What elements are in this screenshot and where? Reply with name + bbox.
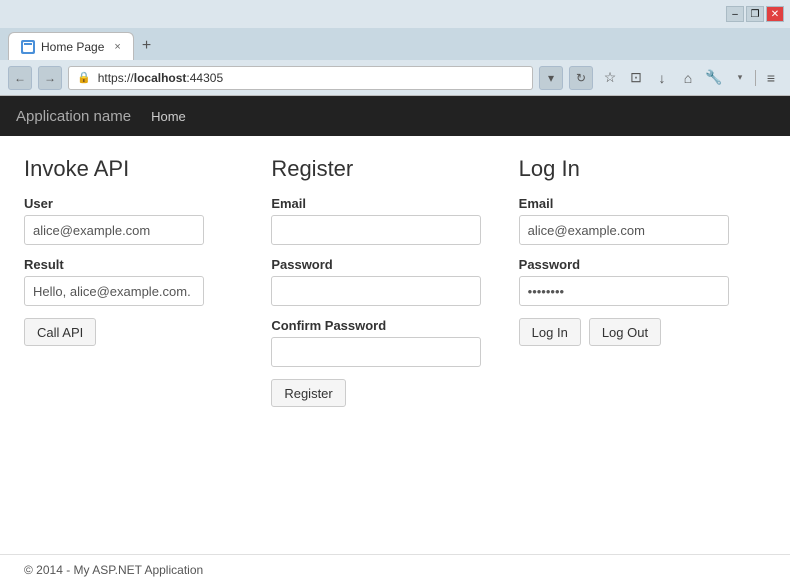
extensions-dropdown-icon[interactable]: ▾ xyxy=(729,67,751,89)
refresh-button[interactable]: ↻ xyxy=(569,66,593,90)
browser-chrome: – ❐ ✕ Home Page × + ← → 🔒 https://localh… xyxy=(0,0,790,96)
page-wrapper: Application name Home Invoke API User al… xyxy=(0,96,790,585)
tab-close-icon[interactable]: × xyxy=(114,41,120,53)
back-button[interactable]: ← xyxy=(8,66,32,90)
page-content: Invoke API User alice@example.com Result… xyxy=(0,136,790,427)
navbar-brand: Application name xyxy=(16,108,131,125)
star-icon[interactable]: ☆ xyxy=(599,67,621,89)
extensions-icon[interactable]: 🔧 xyxy=(703,67,725,89)
register-confirm-label: Confirm Password xyxy=(271,318,498,333)
call-api-button[interactable]: Call API xyxy=(24,318,96,346)
user-input[interactable]: alice@example.com xyxy=(24,215,204,245)
login-button[interactable]: Log In xyxy=(519,318,581,346)
user-label: User xyxy=(24,196,251,211)
tab-favicon xyxy=(21,40,35,54)
active-tab[interactable]: Home Page × xyxy=(8,32,134,60)
login-section: Log In Email alice@example.com Password … xyxy=(519,156,766,407)
result-display: Hello, alice@example.com. xyxy=(24,276,204,306)
register-password-label: Password xyxy=(271,257,498,272)
minimize-button[interactable]: – xyxy=(726,6,744,22)
register-email-label: Email xyxy=(271,196,498,211)
close-button[interactable]: ✕ xyxy=(766,6,784,22)
register-password-input[interactable] xyxy=(271,276,481,306)
navbar-home-link[interactable]: Home xyxy=(151,109,186,124)
address-input[interactable]: 🔒 https://localhost:44305 xyxy=(68,66,533,90)
forward-button[interactable]: → xyxy=(38,66,62,90)
footer: © 2014 - My ASP.NET Application xyxy=(0,554,790,585)
result-label: Result xyxy=(24,257,251,272)
login-title: Log In xyxy=(519,156,746,182)
toolbar-icons: ☆ ⊡ ↓ ⌂ 🔧 ▾ ≡ xyxy=(599,67,782,89)
invoke-api-section: Invoke API User alice@example.com Result… xyxy=(24,156,271,407)
title-bar: – ❐ ✕ xyxy=(0,0,790,28)
invoke-api-title: Invoke API xyxy=(24,156,251,182)
footer-text: © 2014 - My ASP.NET Application xyxy=(24,563,203,577)
login-email-input[interactable]: alice@example.com xyxy=(519,215,729,245)
tab-bar: Home Page × + xyxy=(0,28,790,60)
logout-button[interactable]: Log Out xyxy=(589,318,661,346)
menu-icon[interactable]: ≡ xyxy=(760,67,782,89)
restore-button[interactable]: ❐ xyxy=(746,6,764,22)
url-display: https://localhost:44305 xyxy=(98,71,223,85)
navbar: Application name Home xyxy=(0,96,790,136)
home-icon[interactable]: ⌂ xyxy=(677,67,699,89)
register-confirm-input[interactable] xyxy=(271,337,481,367)
download-icon[interactable]: ↓ xyxy=(651,67,673,89)
title-bar-controls: – ❐ ✕ xyxy=(726,6,784,22)
address-bar: ← → 🔒 https://localhost:44305 ▾ ↻ ☆ ⊡ ↓ … xyxy=(0,60,790,96)
tab-label: Home Page xyxy=(41,40,104,54)
login-password-label: Password xyxy=(519,257,746,272)
login-actions: Log In Log Out xyxy=(519,318,746,346)
login-password-input[interactable]: •••••••• xyxy=(519,276,729,306)
toolbar-separator xyxy=(755,70,756,86)
dropdown-button[interactable]: ▾ xyxy=(539,66,563,90)
register-title: Register xyxy=(271,156,498,182)
new-tab-button[interactable]: + xyxy=(134,32,159,60)
lock-icon: 🔒 xyxy=(77,71,91,84)
login-email-label: Email xyxy=(519,196,746,211)
clipboard-icon[interactable]: ⊡ xyxy=(625,67,647,89)
register-email-input[interactable] xyxy=(271,215,481,245)
register-button[interactable]: Register xyxy=(271,379,345,407)
register-section: Register Email Password Confirm Password… xyxy=(271,156,518,407)
